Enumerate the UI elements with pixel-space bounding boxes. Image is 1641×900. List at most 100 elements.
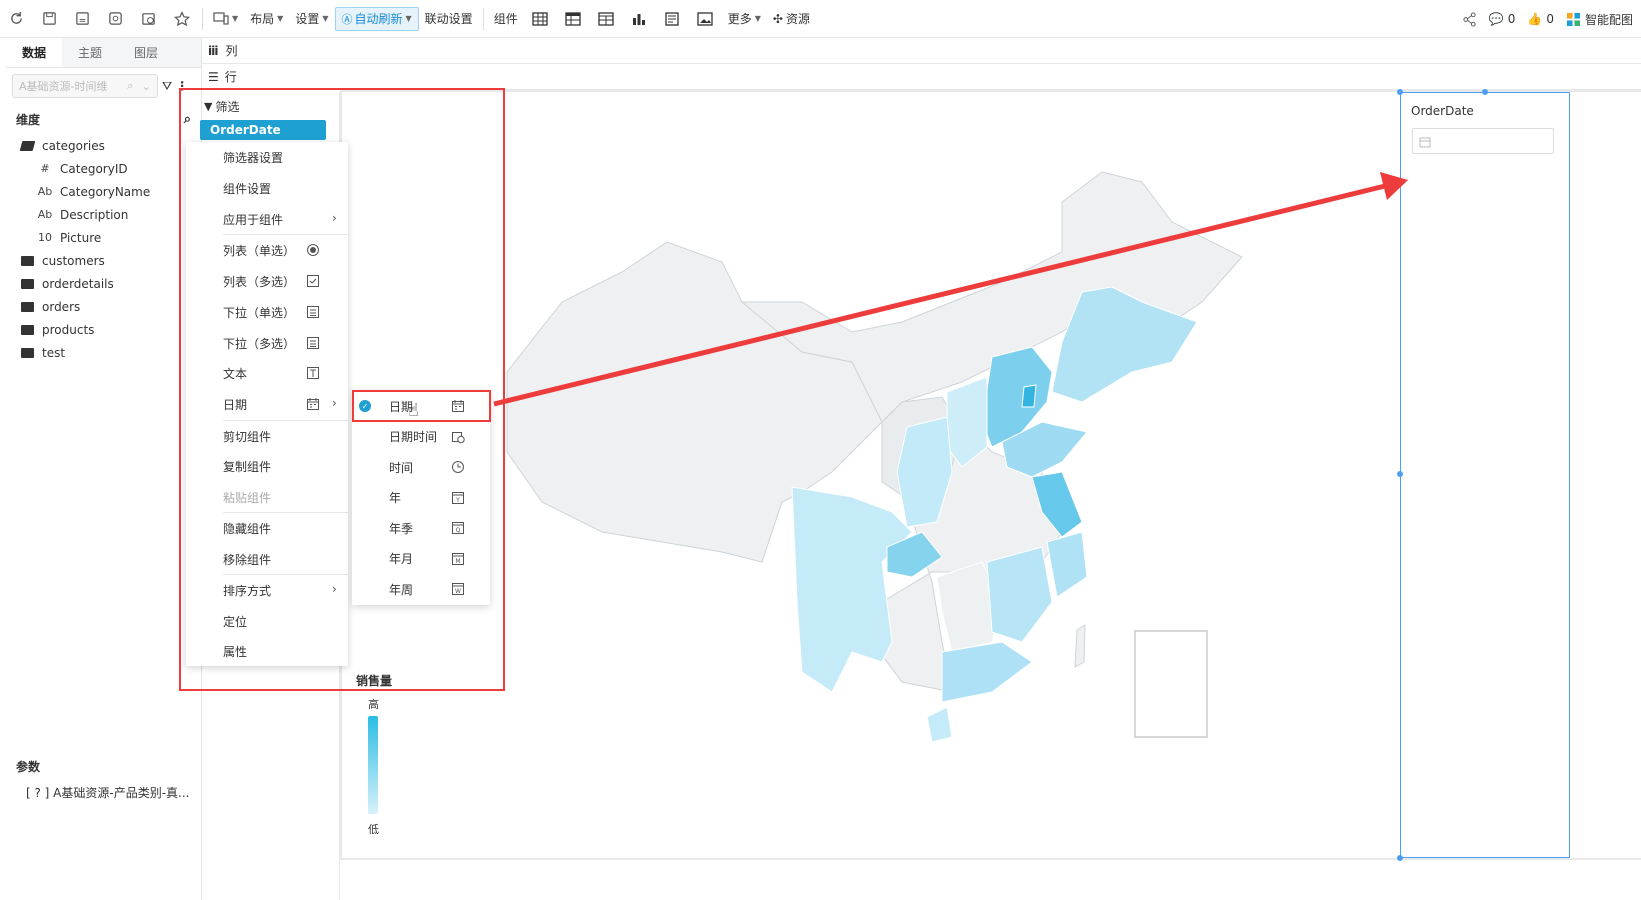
map-region-guangdong [941,641,1033,703]
chevron-down-icon: ▼ [322,14,329,23]
resource-button[interactable]: ✣ 资源 [767,7,816,31]
favorite-icon[interactable] [165,0,198,38]
linkage-settings-label: 联动设置 [424,12,473,26]
map-region-zhejiang [1046,531,1088,598]
crosstab-icon[interactable] [557,0,590,38]
legend-low-label: 低 [368,823,379,836]
component-label: 组件 [493,12,518,26]
smart-chart-icon [1566,12,1581,26]
schedule-icon[interactable] [132,0,165,38]
map-region-hainan [926,706,953,743]
layout-menu-label: 布局 [250,12,275,26]
map-region-jiangxi [986,546,1053,643]
tree-item-label: Picture [60,230,102,245]
device-button[interactable]: ▼ [207,7,244,31]
orderdate-component-label: OrderDate [1411,104,1474,118]
table-icon[interactable] [524,0,557,38]
rows-shelf[interactable]: ☰ 行 [202,64,1641,90]
tree-item-label: test [42,345,66,360]
columns-shelf[interactable]: ⅲ列 [202,38,1641,64]
tree-item-label: CategoryID [60,161,128,176]
filter-funnel-icon[interactable]: ⛛ [162,79,172,94]
dimension-tree: categories # CategoryID Ab CategoryName Ab Des… [6,134,201,364]
tree-item[interactable]: # CategoryID [18,157,201,180]
legend-gradient-bar[interactable] [368,716,378,814]
data-source-placeholder: A基础资源-时间维 [19,80,108,93]
left-panel: 数据 主题 图层 A基础资源-时间维 ⌕ ⌄ ⛛ ⋮ 维度 ⌕ categories #… [6,38,202,900]
tree-item[interactable]: customers [18,249,201,272]
annotation-box-date-option [352,390,491,422]
number-icon: # [40,162,50,175]
smart-chart-button[interactable]: 智能配图 [1566,11,1633,28]
bar-chart-icon[interactable] [623,0,656,38]
comment-count: 0 [1507,12,1516,26]
data-source-row: A基础资源-时间维 ⌕ ⌄ ⛛ ⋮ [6,68,201,104]
tree-item-label: Description [60,207,129,222]
chevron-down-icon: ▼ [754,14,761,23]
text-field-icon: Ab [37,208,53,221]
more-menu-label: 更多 [727,12,752,26]
tab-theme[interactable]: 主题 [62,38,118,67]
tree-item-label: orderdetails [42,276,114,291]
save-as-icon[interactable] [66,0,99,38]
data-source-select[interactable]: A基础资源-时间维 ⌕ ⌄ [12,74,158,98]
freestyle-table-icon[interactable] [590,0,623,38]
tree-item[interactable]: Ab Description [18,203,201,226]
left-tabs: 数据 主题 图层 [6,38,201,68]
chevron-down-icon: ⌄ [141,79,151,93]
like-button[interactable]: 👍 0 [1527,12,1554,26]
share-icon[interactable] [1462,11,1477,27]
param-item[interactable]: [ ? ] A基础资源-产品类别-真... [26,784,190,801]
taiwan-region [1074,624,1086,668]
tree-item-label: products [42,322,95,337]
resize-handle[interactable] [1482,89,1488,95]
toolbar-right: 💬 0 👍 0 智能配图 [1462,0,1633,38]
auto-refresh-label: 自动刷新 [354,12,403,26]
auto-refresh-button[interactable]: Ⓐ 自动刷新 ▼ [334,6,419,31]
top-toolbar: ▼ 布局 ▼ 设置 ▼ Ⓐ 自动刷新 ▼ 联动设置 组件 更多 ▼ ✣ 资源 💬 0 👍 0 智… [0,0,1641,38]
tree-item[interactable]: 10 Picture [18,226,201,249]
date-input[interactable] [1412,128,1554,154]
resize-handle[interactable] [1397,855,1403,861]
settings-menu-button[interactable]: 设置 ▼ [289,7,334,31]
text-field-icon: Ab [37,185,53,198]
resize-handle[interactable] [1397,89,1403,95]
tree-item[interactable]: products [18,318,201,341]
resource-label: 资源 [785,12,810,26]
folder-open-icon [18,140,36,151]
auto-refresh-icon: Ⓐ [341,12,353,26]
tab-data[interactable]: 数据 [6,38,62,67]
tree-item[interactable]: Ab CategoryName [18,180,201,203]
binary-field-icon: 10 [38,231,52,244]
tree-item[interactable]: orders [18,295,201,318]
rows-icon: ☰ [208,69,219,84]
preview-icon[interactable] [99,0,132,38]
linkage-settings-button[interactable]: 联动设置 [419,7,479,31]
refresh-icon[interactable] [0,0,33,38]
tree-item[interactable]: test [18,341,201,364]
more-menu-button[interactable]: 更多 ▼ [722,7,767,31]
rows-label: 行 [224,70,237,84]
tab-layers[interactable]: 图层 [118,38,174,67]
puzzle-icon: ✣ [772,11,783,26]
south-china-sea-inset [1134,630,1208,738]
dimension-title: 维度 [16,112,41,127]
report-icon[interactable] [656,0,689,38]
comment-icon: 💬 [1488,12,1504,26]
tree-item-label: orders [42,299,81,314]
device-icon [213,11,229,25]
toolbar-divider [202,7,203,30]
image-icon[interactable] [689,0,722,38]
map-region-beijing [1021,384,1037,408]
calendar-icon [1419,137,1431,148]
orderdate-date-component[interactable] [1400,92,1570,858]
comment-button[interactable]: 💬 0 [1489,12,1516,26]
folder-icon [18,255,36,266]
smart-chart-label: 智能配图 [1584,12,1633,27]
tree-item[interactable]: categories [18,134,201,157]
tree-item[interactable]: orderdetails [18,272,201,295]
resize-handle[interactable] [1397,471,1403,477]
chevron-down-icon: ▼ [277,14,284,23]
save-icon[interactable] [33,0,66,38]
layout-menu-button[interactable]: 布局 ▼ [244,7,289,31]
